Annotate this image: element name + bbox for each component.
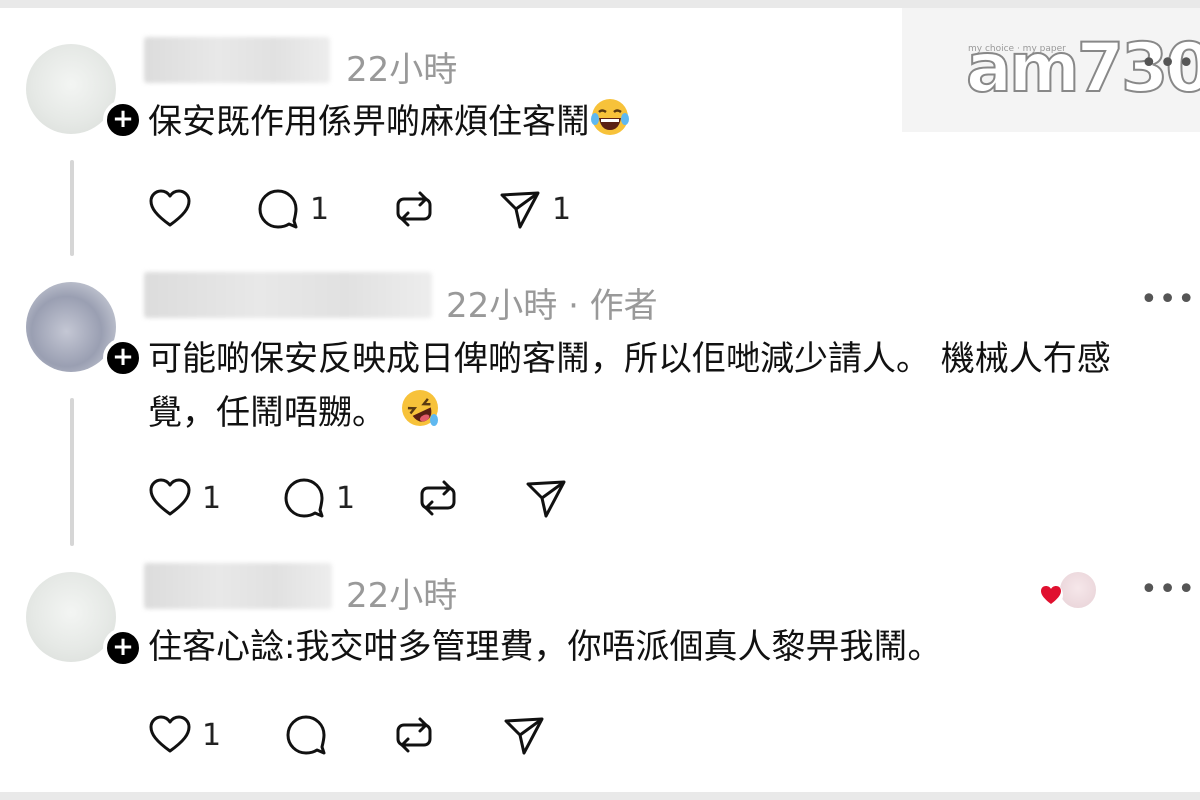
- comment-bubble-icon: [258, 189, 298, 229]
- like-button[interactable]: 1: [148, 473, 221, 523]
- post-timestamp: 22小時: [346, 576, 458, 616]
- like-count: 1: [202, 480, 222, 516]
- avatar[interactable]: +: [26, 282, 143, 378]
- post-text: 住客心諗:我交咁多管理費，你唔派個真人黎畀我鬧。: [148, 620, 1178, 674]
- avatar[interactable]: +: [26, 44, 143, 140]
- top-divider: [0, 0, 1200, 8]
- heart-icon: [149, 715, 191, 753]
- liked-by-author-badge: [1038, 568, 1098, 612]
- repost-icon: [420, 480, 456, 516]
- follow-plus-icon[interactable]: +: [103, 338, 143, 378]
- share-button[interactable]: 1: [498, 184, 571, 234]
- like-button[interactable]: [148, 184, 202, 234]
- thread-line: [70, 398, 74, 546]
- more-options-icon[interactable]: •••: [1140, 575, 1196, 605]
- liker-avatar: [1058, 570, 1098, 610]
- reply-count: 1: [336, 480, 356, 516]
- repost-button[interactable]: [392, 710, 436, 760]
- laughing-tears-emoji-icon: [590, 97, 630, 153]
- comment-bubble-icon: [284, 478, 324, 518]
- username-blurred[interactable]: [144, 272, 432, 318]
- post-timestamp: 22小時: [346, 50, 458, 90]
- post-text: 保安既作用係畀啲麻煩住客鬧: [148, 95, 1178, 153]
- thread-line: [70, 160, 74, 256]
- heart-icon: [149, 478, 191, 516]
- follow-plus-icon[interactable]: +: [103, 100, 143, 140]
- repost-button[interactable]: [392, 184, 436, 234]
- repost-icon: [396, 191, 432, 227]
- reply-count: 1: [310, 191, 330, 227]
- bottom-divider: [0, 792, 1200, 800]
- send-icon: [500, 191, 540, 229]
- heart-icon: [149, 189, 191, 227]
- share-button[interactable]: [502, 710, 556, 760]
- post-text-content: 可能啲保安反映成日俾啲客鬧，所以佢哋減少請人。 機械人冇感覺，任鬧唔嬲。: [148, 339, 1111, 433]
- reply-button[interactable]: 1: [256, 184, 329, 234]
- rolling-laughing-emoji-icon: [400, 388, 440, 444]
- post-text: 可能啲保安反映成日俾啲客鬧，所以佢哋減少請人。 機械人冇感覺，任鬧唔嬲。: [148, 332, 1178, 444]
- more-options-icon[interactable]: •••: [1140, 285, 1196, 315]
- repost-button[interactable]: [416, 473, 460, 523]
- reply-button[interactable]: [284, 710, 338, 760]
- username-blurred[interactable]: [144, 563, 332, 609]
- post-timestamp-author: 22小時 · 作者: [446, 286, 658, 326]
- follow-plus-icon[interactable]: +: [103, 628, 143, 668]
- repost-icon: [396, 717, 432, 753]
- post-text-content: 住客心諗:我交咁多管理費，你唔派個真人黎畀我鬧。: [148, 627, 942, 667]
- send-icon: [526, 480, 566, 518]
- comment-bubble-icon: [286, 715, 326, 755]
- avatar[interactable]: +: [26, 572, 143, 668]
- more-options-icon[interactable]: •••: [1140, 49, 1196, 79]
- send-icon: [504, 717, 544, 755]
- like-count: 1: [202, 717, 222, 753]
- post-text-content: 保安既作用係畀啲麻煩住客鬧: [148, 102, 590, 142]
- red-heart-icon: [1039, 583, 1063, 607]
- reply-button[interactable]: 1: [282, 473, 355, 523]
- share-button[interactable]: [524, 473, 578, 523]
- username-blurred[interactable]: [144, 37, 330, 83]
- like-button[interactable]: 1: [148, 710, 221, 760]
- share-count: 1: [552, 191, 572, 227]
